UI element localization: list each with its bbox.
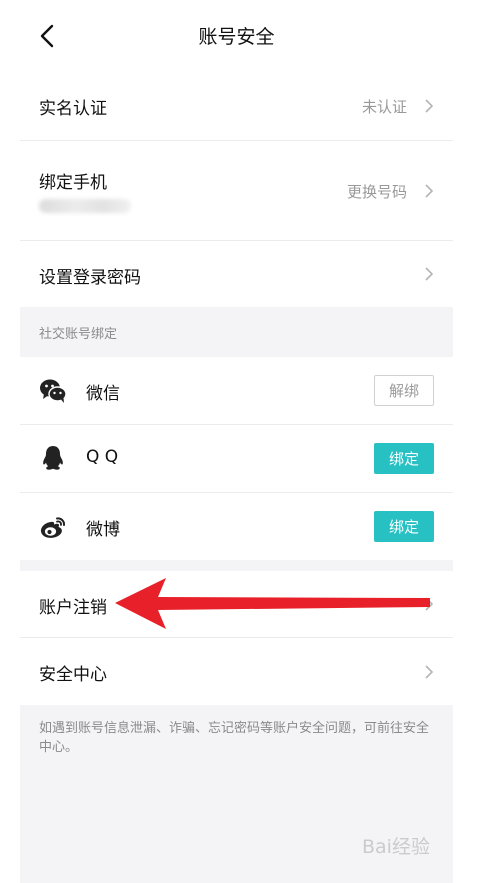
account-cancel-label: 账户注销 [39, 598, 107, 618]
qq-row: Q Q 绑定 [20, 425, 453, 492]
chevron-right-icon [425, 665, 434, 679]
qq-bind-button[interactable]: 绑定 [374, 443, 434, 474]
security-center-label: 安全中心 [39, 665, 107, 685]
weibo-bind-button[interactable]: 绑定 [374, 511, 434, 542]
blurred-phone-number [39, 199, 131, 213]
wechat-icon [40, 379, 67, 403]
chevron-right-icon [425, 597, 434, 611]
password-label: 设置登录密码 [39, 268, 141, 288]
security-tip-text: 如遇到账号信息泄漏、诈骗、忘记密码等账户安全问题，可前往安全中心。 [39, 721, 430, 755]
weibo-icon [40, 517, 65, 538]
wechat-row: 微信 解绑 [20, 357, 453, 424]
change-number-link: 更换号码 [346, 183, 407, 201]
weibo-label: 微博 [86, 520, 120, 540]
qq-icon [43, 446, 63, 470]
realname-status: 未认证 [361, 98, 407, 116]
baidu-jingyan-watermark: Bai经验 [362, 836, 430, 858]
social-section-title: 社交账号绑定 [39, 327, 118, 342]
realname-label: 实名认证 [39, 99, 107, 119]
chevron-right-icon [425, 99, 434, 113]
account-cancel-row[interactable]: 账户注销 [20, 571, 453, 637]
realname-row[interactable]: 实名认证 未认证 [20, 72, 453, 140]
qq-label: Q Q [86, 447, 119, 467]
page-title: 账号安全 [198, 26, 275, 48]
account-security-screen: 账号安全 实名认证 未认证 绑定手机 更换号码 设置登录密码 社交账号绑定 微信… [20, 0, 453, 883]
wechat-label: 微信 [86, 384, 120, 404]
header: 账号安全 [20, 0, 453, 72]
password-row[interactable]: 设置登录密码 [20, 241, 453, 307]
weibo-row: 微博 绑定 [20, 493, 453, 560]
chevron-right-icon [425, 184, 434, 198]
chevron-right-icon [425, 267, 434, 281]
security-center-row[interactable]: 安全中心 [20, 638, 453, 705]
wechat-unbind-button[interactable]: 解绑 [374, 375, 434, 406]
phone-row[interactable]: 绑定手机 更换号码 [20, 141, 453, 240]
phone-label: 绑定手机 [39, 173, 107, 193]
